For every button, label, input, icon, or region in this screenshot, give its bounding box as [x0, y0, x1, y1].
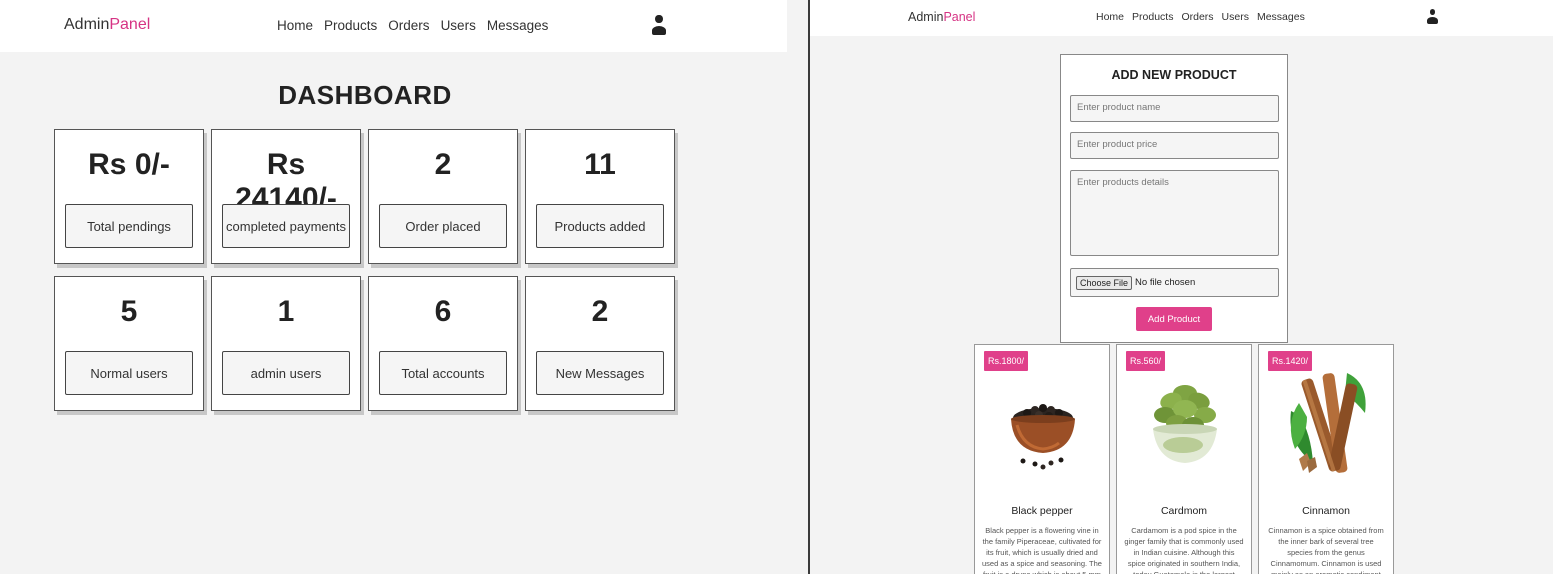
- stat-label[interactable]: Total accounts: [379, 351, 507, 395]
- stat-card-admin-users: 1 admin users: [211, 276, 361, 411]
- product-name: Cinnamon: [1302, 505, 1350, 517]
- header: AdminPanel Home Products Orders Users Me…: [810, 0, 1553, 36]
- nav-products[interactable]: Products: [1132, 11, 1173, 23]
- user-icon[interactable]: [1427, 9, 1438, 24]
- stat-value: Rs 0/-: [88, 148, 170, 181]
- nav-orders[interactable]: Orders: [1181, 11, 1213, 23]
- product-details-textarea[interactable]: Enter products details: [1070, 170, 1279, 256]
- stats-grid: Rs 0/- Total pendings Rs 24140/- complet…: [54, 129, 675, 411]
- stat-card-completed-payments: Rs 24140/- completed payments: [211, 129, 361, 264]
- product-description: Cinnamon is a spice obtained from the in…: [1268, 526, 1384, 574]
- logo-accent-text: Panel: [109, 16, 151, 33]
- add-product-button[interactable]: Add Product: [1136, 307, 1212, 331]
- page-title: DASHBOARD: [278, 80, 452, 110]
- stat-label[interactable]: admin users: [222, 351, 350, 395]
- stat-value: 5: [120, 295, 138, 328]
- nav-messages[interactable]: Messages: [1257, 11, 1305, 23]
- stat-value: 2: [591, 295, 609, 328]
- stat-card-normal-users: 5 Normal users: [54, 276, 204, 411]
- nav-home[interactable]: Home: [277, 18, 313, 33]
- stat-value: 2: [434, 148, 452, 181]
- stat-card-total-pendings: Rs 0/- Total pendings: [54, 129, 204, 264]
- product-price-input[interactable]: Enter product price: [1070, 132, 1279, 159]
- stat-value: 11: [584, 148, 616, 181]
- logo-text: Admin: [908, 10, 944, 24]
- nav-home[interactable]: Home: [1096, 11, 1124, 23]
- stat-label[interactable]: completed payments: [222, 204, 350, 248]
- product-name: Black pepper: [1011, 505, 1073, 517]
- dashboard-pane: AdminPanel Home Products Orders Users Me…: [0, 0, 808, 574]
- product-card-black-pepper: Rs.1800/ Black pepper Black pepper is a …: [974, 344, 1110, 574]
- nav-messages[interactable]: Messages: [487, 18, 549, 33]
- choose-file-button[interactable]: Choose File: [1076, 275, 1133, 290]
- header: AdminPanel Home Products Orders Users Me…: [0, 0, 787, 52]
- stat-label[interactable]: Normal users: [65, 351, 193, 395]
- user-icon[interactable]: [652, 15, 666, 35]
- logo-accent-text: Panel: [943, 10, 976, 24]
- nav-orders[interactable]: Orders: [388, 18, 429, 33]
- logo[interactable]: AdminPanel: [908, 10, 975, 24]
- product-card-cardamom: Rs.560/ Cardmom Cardamom is a pod spice …: [1116, 344, 1252, 574]
- stat-card-total-accounts: 6 Total accounts: [368, 276, 518, 411]
- stat-value: 6: [434, 295, 452, 328]
- cardamom-bowl-icon: [1153, 385, 1217, 463]
- product-name-input[interactable]: Enter product name: [1070, 95, 1279, 122]
- add-product-form: ADD NEW PRODUCT Enter product name Enter…: [1060, 54, 1288, 343]
- stat-card-products-added: 11 Products added: [525, 129, 675, 264]
- stat-card-order-placed: 2 Order placed: [368, 129, 518, 264]
- nav-users[interactable]: Users: [441, 18, 476, 33]
- logo[interactable]: AdminPanel: [64, 16, 150, 34]
- form-title: ADD NEW PRODUCT: [1111, 68, 1237, 82]
- file-status: No file chosen: [1135, 277, 1196, 288]
- cinnamon-sticks-icon: [1290, 373, 1366, 473]
- product-card-cinnamon: Rs.1420/ Cinnamon Cinnamon is a spice ob…: [1258, 344, 1394, 574]
- stat-label[interactable]: Order placed: [379, 204, 507, 248]
- stat-label[interactable]: Products added: [536, 204, 664, 248]
- price-badge: Rs.1800/: [984, 351, 1029, 371]
- product-image-file-input: Choose File No file chosen: [1070, 268, 1279, 297]
- price-badge: Rs.560/: [1126, 351, 1166, 371]
- stat-label[interactable]: Total pendings: [65, 204, 193, 248]
- black-pepper-bowl-icon: [1011, 404, 1075, 470]
- products-pane: AdminPanel Home Products Orders Users Me…: [810, 0, 1553, 574]
- product-name: Cardmom: [1160, 505, 1208, 517]
- price-badge: Rs.1420/: [1268, 351, 1313, 371]
- nav-users[interactable]: Users: [1222, 11, 1249, 23]
- product-list: Rs.1800/ Black pepper Black pepper is a …: [974, 344, 1394, 574]
- stat-card-new-messages: 2 New Messages: [525, 276, 675, 411]
- main-nav: Home Products Orders Users Messages: [277, 18, 548, 33]
- main-nav: Home Products Orders Users Messages: [1096, 11, 1305, 23]
- nav-products[interactable]: Products: [324, 18, 377, 33]
- stat-value: 1: [277, 295, 295, 328]
- product-description: Black pepper is a flowering vine in the …: [982, 526, 1102, 574]
- product-description: Cardamom is a pod spice in the ginger fa…: [1124, 526, 1244, 574]
- stat-label[interactable]: New Messages: [536, 351, 664, 395]
- logo-text: Admin: [64, 16, 110, 33]
